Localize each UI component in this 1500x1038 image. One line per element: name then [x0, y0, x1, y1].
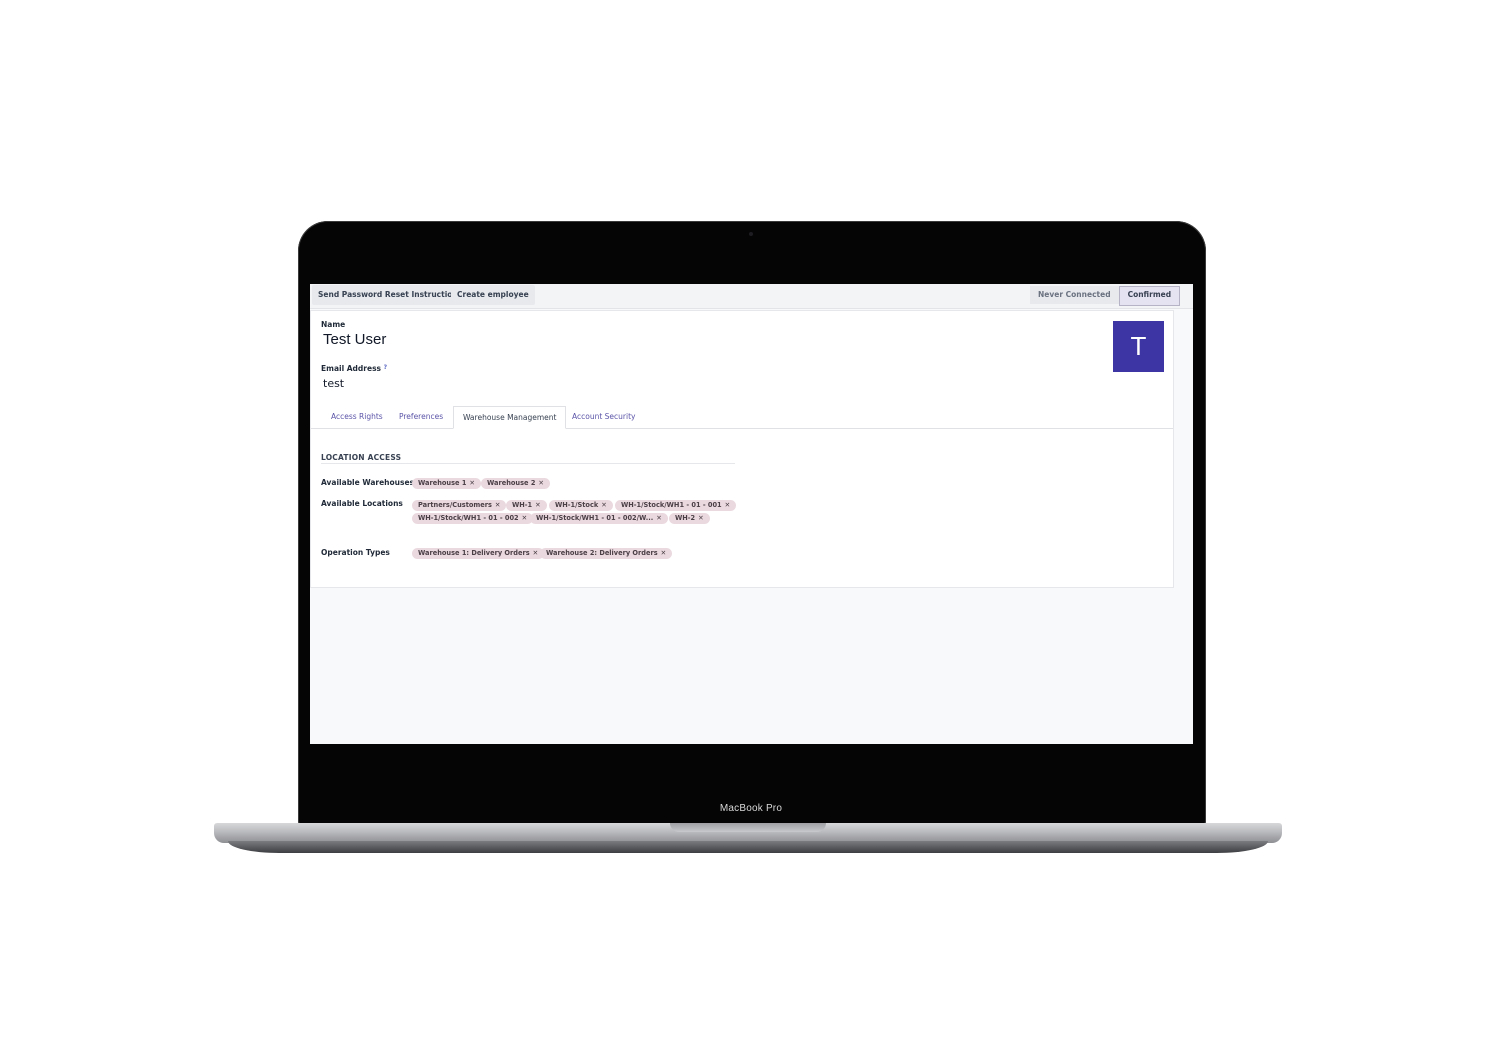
- tag-operation-type[interactable]: Warehouse 2: Delivery Orders ✕: [540, 548, 673, 559]
- tab-preferences[interactable]: Preferences: [390, 406, 452, 428]
- tag-location[interactable]: WH-2 ✕: [669, 513, 710, 524]
- help-icon[interactable]: ?: [384, 364, 387, 371]
- email-field[interactable]: test: [323, 377, 344, 390]
- send-password-reset-button[interactable]: Send Password Reset Instructions: [312, 285, 469, 305]
- close-icon[interactable]: ✕: [661, 549, 667, 557]
- close-icon[interactable]: ✕: [601, 501, 607, 509]
- control-panel: Send Password Reset Instructions Create …: [310, 284, 1193, 309]
- close-icon[interactable]: ✕: [535, 501, 541, 509]
- section-title: LOCATION ACCESS: [321, 453, 402, 462]
- close-icon[interactable]: ✕: [533, 549, 539, 557]
- close-icon[interactable]: ✕: [469, 479, 475, 487]
- form-sheet: Name Test User Email Address ? test T Ac…: [310, 310, 1174, 588]
- notebook-tabs: Access Rights Preferences Warehouse Mana…: [311, 406, 1173, 429]
- email-label: Email Address ?: [321, 364, 387, 373]
- camera-icon: [749, 232, 753, 236]
- app-screen: Send Password Reset Instructions Create …: [310, 284, 1193, 744]
- available-locations-label: Available Locations: [321, 499, 403, 508]
- tag-warehouse-2[interactable]: Warehouse 2 ✕: [481, 478, 550, 489]
- status-confirmed[interactable]: Confirmed: [1118, 286, 1181, 306]
- tab-account-security[interactable]: Account Security: [563, 406, 644, 428]
- tag-location[interactable]: WH-1/Stock ✕: [549, 500, 613, 511]
- avatar[interactable]: T: [1113, 321, 1164, 372]
- tag-location[interactable]: WH-1/Stock/WH1 - 01 - 002 ✕: [412, 513, 534, 524]
- close-icon[interactable]: ✕: [698, 514, 704, 522]
- device-label: MacBook Pro: [719, 803, 783, 814]
- tag-location[interactable]: Partners/Customers ✕: [412, 500, 507, 511]
- laptop-notch: [670, 823, 826, 832]
- operation-types-label: Operation Types: [321, 548, 390, 557]
- close-icon[interactable]: ✕: [656, 514, 662, 522]
- close-icon[interactable]: ✕: [522, 514, 528, 522]
- name-label: Name: [321, 320, 346, 329]
- tag-warehouse-1[interactable]: Warehouse 1 ✕: [412, 478, 481, 489]
- email-label-text: Email Address: [321, 364, 382, 373]
- available-warehouses-label: Available Warehouses: [321, 478, 415, 487]
- tab-warehouse-management[interactable]: Warehouse Management: [453, 406, 567, 429]
- status-bar: Never Connected Confirmed: [1030, 286, 1181, 306]
- tag-location[interactable]: WH-1/Stock/WH1 - 01 - 002/W... ✕: [530, 513, 668, 524]
- close-icon[interactable]: ✕: [495, 501, 501, 509]
- create-employee-button[interactable]: Create employee: [451, 285, 535, 305]
- laptop-base-lip: [228, 841, 1268, 853]
- tag-location[interactable]: WH-1/Stock/WH1 - 01 - 001 ✕: [615, 500, 737, 511]
- tag-operation-type[interactable]: Warehouse 1: Delivery Orders ✕: [412, 548, 545, 559]
- name-field[interactable]: Test User: [323, 331, 386, 348]
- close-icon[interactable]: ✕: [538, 479, 544, 487]
- close-icon[interactable]: ✕: [725, 501, 731, 509]
- section-divider: [321, 463, 735, 464]
- tag-location[interactable]: WH-1 ✕: [506, 500, 547, 511]
- tab-access-rights[interactable]: Access Rights: [322, 406, 392, 428]
- status-never-connected[interactable]: Never Connected: [1030, 286, 1119, 304]
